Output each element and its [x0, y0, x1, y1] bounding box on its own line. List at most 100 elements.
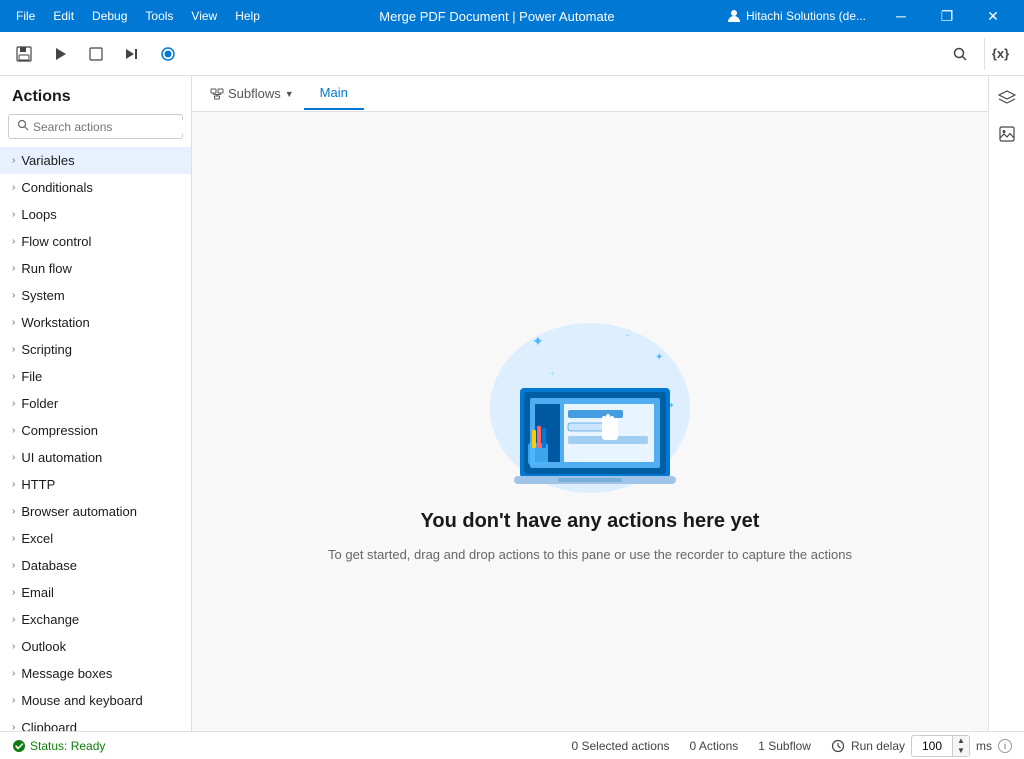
action-item-exchange[interactable]: ›Exchange [0, 606, 191, 633]
chevron-icon: › [12, 425, 15, 436]
action-item-loops[interactable]: ›Loops [0, 201, 191, 228]
menu-view[interactable]: View [183, 5, 225, 27]
action-label: Email [21, 585, 54, 600]
minimize-button[interactable]: ─ [878, 0, 924, 32]
action-item-conditionals[interactable]: ›Conditionals [0, 174, 191, 201]
action-item-mouse-keyboard[interactable]: ›Mouse and keyboard [0, 687, 191, 714]
tab-main[interactable]: Main [304, 77, 364, 110]
subflows-chevron: ▼ [285, 89, 294, 99]
layers-button[interactable] [993, 84, 1021, 112]
toolbar: {x} [0, 32, 1024, 76]
subflows-icon [210, 87, 224, 101]
action-item-system[interactable]: ›System [0, 282, 191, 309]
action-item-workstation[interactable]: › Workstation [0, 309, 191, 336]
empty-title: You don't have any actions here yet [421, 510, 760, 533]
actions-list: ›Variables›Conditionals›Loops›Flow contr… [0, 147, 191, 731]
run-delay: Run delay ▲ ▼ ms i [831, 735, 1012, 757]
action-item-run-flow[interactable]: › Run flow [0, 255, 191, 282]
chevron-icon: › [12, 641, 15, 652]
chevron-icon: › [12, 587, 15, 598]
action-item-message-boxes[interactable]: ›Message boxes [0, 660, 191, 687]
editor-area: Subflows ▼ Main ✦ ✦ ✦ ✦ + + [192, 76, 988, 731]
chevron-icon: › [12, 290, 15, 301]
statusbar: Status: Ready 0 Selected actions 0 Actio… [0, 731, 1024, 759]
chevron-icon: › [12, 182, 15, 193]
menu-tools[interactable]: Tools [137, 5, 181, 27]
save-button[interactable] [8, 38, 40, 70]
action-label: Workstation [21, 315, 89, 330]
next-step-icon [124, 46, 140, 62]
empty-state: ✦ ✦ ✦ ✦ + + [192, 112, 988, 731]
app-title: Merge PDF Document | Power Automate [268, 9, 726, 24]
delay-info-icon[interactable]: i [998, 739, 1012, 753]
record-button[interactable] [152, 38, 184, 70]
stop-icon [88, 46, 104, 62]
subflows-button[interactable]: Subflows ▼ [200, 80, 304, 107]
status-indicator: Status: Ready [12, 739, 105, 753]
variables-button[interactable]: {x} [984, 38, 1016, 70]
clock-icon [831, 739, 845, 753]
chevron-icon: › [12, 263, 15, 274]
action-item-browser-automation[interactable]: ›Browser automation [0, 498, 191, 525]
action-item-ui-automation[interactable]: ›UI automation [0, 444, 191, 471]
app-body: {x} Actions ›Variables›Conditionals›Loop… [0, 32, 1024, 759]
action-item-excel[interactable]: ›Excel [0, 525, 191, 552]
delay-down-button[interactable]: ▼ [953, 746, 969, 756]
menu-debug[interactable]: Debug [84, 5, 135, 27]
right-panel [988, 76, 1024, 731]
chevron-icon: › [12, 560, 15, 571]
action-item-http[interactable]: › HTTP [0, 471, 191, 498]
selected-actions-count: 0 Selected actions [571, 739, 669, 753]
next-step-button[interactable] [116, 38, 148, 70]
search-icon [17, 119, 29, 134]
image-button[interactable] [993, 120, 1021, 148]
window-controls: ─ ❐ ✕ [878, 0, 1016, 32]
subflows-label: Subflows [228, 86, 281, 101]
action-label: Exchange [21, 612, 79, 627]
svg-text:✦: ✦ [532, 333, 544, 349]
action-item-variables[interactable]: ›Variables [0, 147, 191, 174]
search-icon [952, 46, 968, 62]
play-button[interactable] [44, 38, 76, 70]
actions-count: 0 Actions [690, 739, 739, 753]
menu-file[interactable]: File [8, 5, 43, 27]
action-label: Database [21, 558, 77, 573]
delay-value-input[interactable] [912, 737, 952, 755]
delay-input-wrap[interactable]: ▲ ▼ [911, 735, 970, 757]
search-input[interactable] [33, 120, 188, 134]
chevron-icon: › [12, 452, 15, 463]
action-label: HTTP [21, 477, 55, 492]
delay-up-button[interactable]: ▲ [953, 736, 969, 746]
stop-button[interactable] [80, 38, 112, 70]
actions-search-box[interactable] [8, 114, 183, 139]
user-info[interactable]: Hitachi Solutions (de... [726, 8, 866, 24]
search-icon-svg [17, 119, 29, 131]
chevron-icon: › [12, 479, 15, 490]
action-item-database[interactable]: › Database [0, 552, 191, 579]
action-item-outlook[interactable]: ›Outlook [0, 633, 191, 660]
menu-help[interactable]: Help [227, 5, 268, 27]
maximize-button[interactable]: ❐ [924, 0, 970, 32]
action-item-compression[interactable]: ›Compression [0, 417, 191, 444]
save-icon [15, 45, 33, 63]
image-icon [998, 125, 1016, 143]
close-button[interactable]: ✕ [970, 0, 1016, 32]
tabs-bar: Subflows ▼ Main [192, 76, 988, 112]
action-label: Run flow [21, 261, 72, 276]
svg-text:+: + [550, 369, 555, 378]
action-item-folder[interactable]: ›Folder [0, 390, 191, 417]
play-icon [52, 46, 68, 62]
action-item-scripting[interactable]: ›Scripting [0, 336, 191, 363]
action-item-file[interactable]: ›File [0, 363, 191, 390]
svg-text:+: + [625, 331, 630, 340]
toolbar-search-button[interactable] [944, 38, 976, 70]
action-label: Flow control [21, 234, 91, 249]
menu-edit[interactable]: Edit [45, 5, 82, 27]
action-item-flow-control[interactable]: ›Flow control [0, 228, 191, 255]
action-label: Variables [21, 153, 74, 168]
chevron-icon: › [12, 317, 15, 328]
action-item-clipboard[interactable]: ›Clipboard [0, 714, 191, 731]
action-label: Message boxes [21, 666, 112, 681]
action-item-email[interactable]: › Email [0, 579, 191, 606]
chevron-icon: › [12, 209, 15, 220]
